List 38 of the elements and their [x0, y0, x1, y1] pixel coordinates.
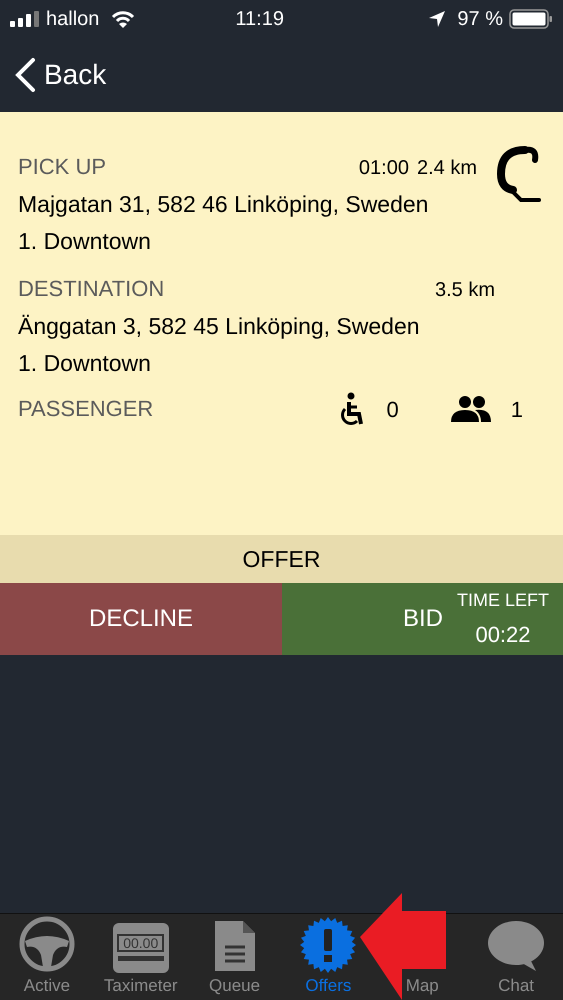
people-icon	[450, 396, 491, 422]
pickup-distance: 2.4 km	[416, 156, 477, 181]
clock: 11:19	[235, 6, 284, 32]
back-button[interactable]: Back	[14, 54, 106, 96]
alert-badge-icon	[300, 916, 356, 972]
destination-address: Änggatan 3, 582 45 Linköping, Sweden	[18, 312, 421, 341]
tab-item[interactable]: Offers	[281, 914, 376, 1000]
tab-item[interactable]: Chat	[469, 914, 563, 1000]
meter-display: 00.00	[117, 934, 164, 952]
offer-header: OFFER	[0, 535, 563, 583]
pickup-address: Majgatan 31, 582 46 Linköping, Sweden	[18, 190, 430, 219]
tab-item[interactable]: 00.00 Taximeter	[94, 914, 188, 1000]
carrier-name: hallon	[46, 6, 100, 32]
document-icon	[212, 918, 257, 972]
pickup-label: PICK UP	[18, 153, 106, 181]
time-left-value: 00:22	[475, 621, 531, 649]
battery-icon	[509, 8, 553, 28]
destination-distance: 3.5 km	[434, 278, 495, 303]
tab-item[interactable]: Queue	[188, 914, 282, 1000]
location-arrow-icon	[429, 10, 446, 26]
passenger-label: PASSENGER	[18, 395, 154, 423]
time-left-label: TIME LEFT	[456, 589, 549, 612]
pickup-zone: 1. Downtown	[18, 226, 152, 256]
chevron-left-icon	[14, 56, 36, 92]
pickup-time: 01:00	[358, 156, 409, 181]
decline-button[interactable]: DECLINE	[0, 583, 282, 655]
tab-item[interactable]: Active	[0, 914, 94, 1000]
bid-button[interactable]: BID	[402, 601, 443, 637]
wheelchair-count: 0	[386, 396, 399, 424]
chat-bubble-icon	[486, 918, 546, 972]
signal-icon	[10, 10, 40, 26]
battery-percent: 97 %	[457, 6, 503, 32]
steering-wheel-icon	[16, 914, 77, 972]
destination-zone: 1. Downtown	[18, 348, 152, 378]
wheelchair-icon	[338, 392, 364, 426]
destination-label: DESTINATION	[18, 275, 164, 303]
wifi-icon	[111, 10, 136, 28]
person-count: 1	[510, 396, 523, 424]
